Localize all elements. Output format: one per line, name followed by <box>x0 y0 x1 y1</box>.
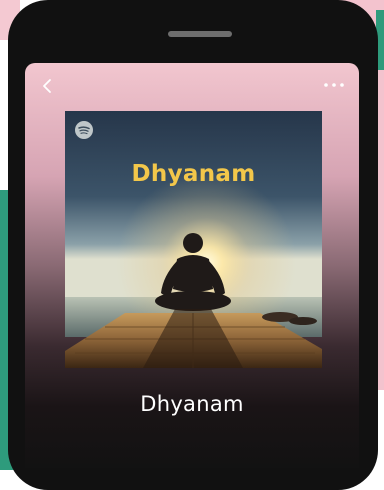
chevron-left-icon[interactable] <box>40 77 56 95</box>
playlist-cover-art[interactable]: Dhyanam <box>65 111 322 368</box>
playlist-screen: Dhyanam Dhyanam <box>25 63 359 468</box>
cover-artwork <box>65 111 322 368</box>
more-horizontal-icon[interactable] <box>323 81 345 89</box>
spotify-icon <box>75 121 93 139</box>
phone-speaker <box>168 31 232 37</box>
playlist-title: Dhyanam <box>140 392 244 416</box>
cover-title: Dhyanam <box>131 161 256 187</box>
